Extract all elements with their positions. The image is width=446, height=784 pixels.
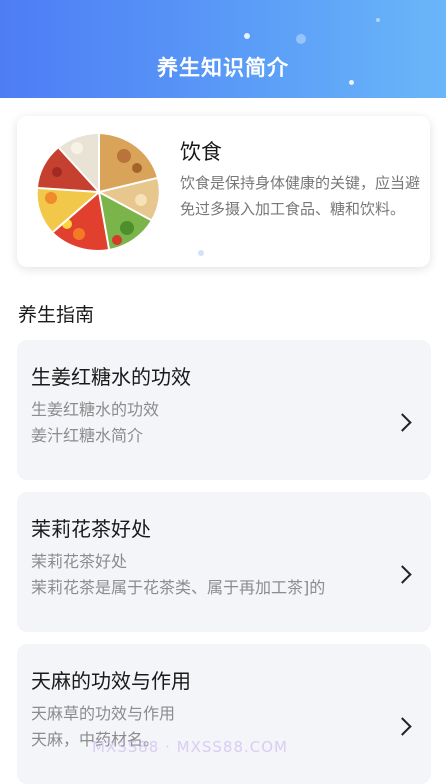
article-subtitle: 茉莉花茶好处 bbox=[31, 552, 128, 571]
header-banner: 养生知识简介 bbox=[0, 0, 446, 98]
feature-description: 饮食是保持身体健康的关键，应当避免过多摄入加工食品、糖和饮料。 bbox=[180, 174, 421, 218]
article-summary: 茉莉花茶是属于花茶类、属于再加工茶]的 bbox=[31, 578, 326, 597]
article-title: 天麻的功效与作用 bbox=[31, 669, 191, 693]
page-title: 养生知识简介 bbox=[157, 56, 289, 80]
article-card[interactable]: 茉莉花茶好处 茉莉花茶好处 茉莉花茶是属于花茶类、属于再加工茶]的 bbox=[17, 492, 431, 632]
article-subtitle: 生姜红糖水的功效 bbox=[31, 400, 160, 419]
chevron-right-icon[interactable] bbox=[393, 565, 412, 584]
article-card[interactable]: 天麻的功效与作用 天麻草的功效与作用 天麻，中药材名。 bbox=[17, 644, 431, 784]
article-summary: 姜汁红糖水简介 bbox=[31, 426, 144, 445]
watermark-text: MXSS88 · MXSS88.COM bbox=[92, 738, 288, 756]
article-title: 生姜红糖水的功效 bbox=[31, 365, 191, 389]
chevron-right-icon[interactable] bbox=[393, 413, 412, 432]
article-card[interactable]: 生姜红糖水的功效 生姜红糖水的功效 姜汁红糖水简介 bbox=[17, 340, 431, 480]
chevron-right-icon[interactable] bbox=[393, 717, 412, 736]
feature-card-diet[interactable]: 饮食 饮食是保持身体健康的关键，应当避免过多摄入加工食品、糖和饮料。 bbox=[17, 116, 430, 267]
feature-title: 饮食 bbox=[180, 140, 222, 164]
decor-dot bbox=[376, 18, 380, 22]
decor-dot bbox=[244, 33, 250, 39]
article-title: 茉莉花茶好处 bbox=[31, 517, 151, 541]
food-plate-image bbox=[37, 134, 159, 250]
article-subtitle: 天麻草的功效与作用 bbox=[31, 704, 176, 723]
carousel-indicator bbox=[198, 250, 204, 256]
decor-dot bbox=[296, 34, 306, 44]
section-title: 养生指南 bbox=[18, 304, 95, 326]
